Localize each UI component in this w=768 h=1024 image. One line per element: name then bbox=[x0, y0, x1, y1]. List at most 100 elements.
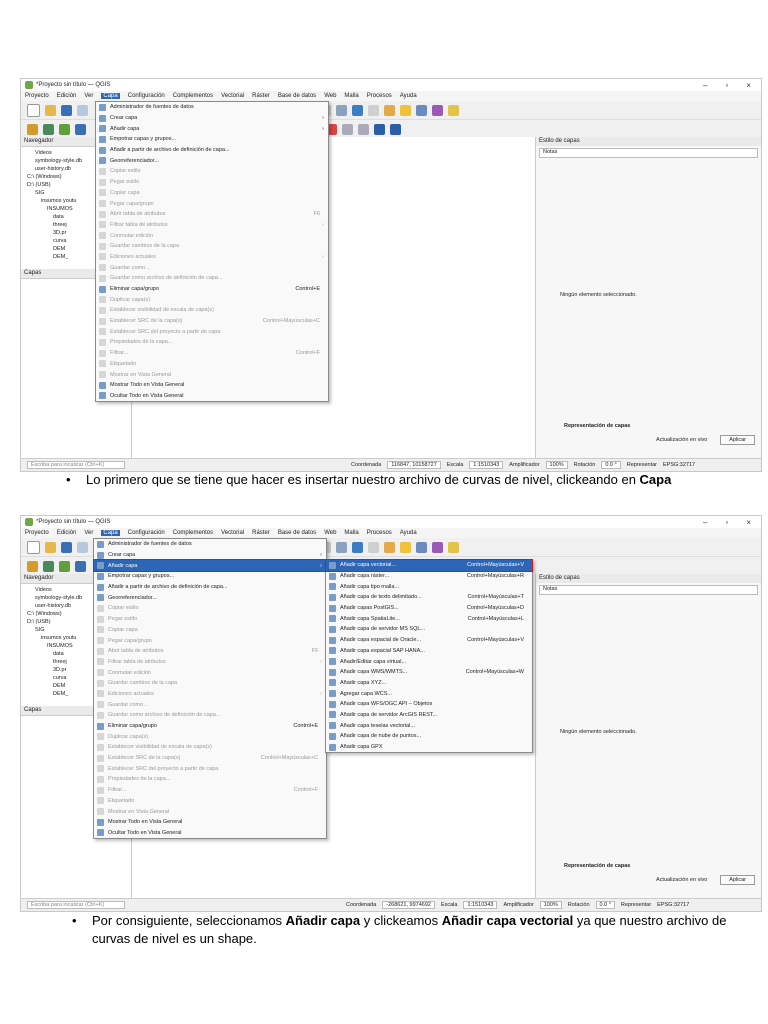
menu-raster[interactable]: Ráster bbox=[252, 93, 270, 99]
menu-ayuda[interactable]: Ayuda bbox=[400, 530, 417, 536]
add-layer-submenu-item-anadir-capa-de-texto-delimitado[interactable]: Añadir capa de texto delimitado... Contro… bbox=[326, 592, 532, 603]
layer-menu-item-administrador-de-fuentes-de-datos[interactable]: Administrador de fuentes de datos bbox=[96, 102, 328, 113]
coordinate-field[interactable]: 116847, 10158727 bbox=[387, 461, 441, 469]
add-layer-submenu-item-anadir-capa-wfs-ogc-api-objetos[interactable]: Añadir capa WFS/OGC API – Objetos bbox=[326, 699, 532, 710]
layer-menu-item-mostrar-todo-en-vista-general[interactable]: Mostrar Todo en Vista General bbox=[96, 380, 328, 391]
layer-menu-item-ocultar-todo-en-vista-general[interactable]: Ocultar Todo en Vista General bbox=[96, 391, 328, 402]
temporal-icon[interactable] bbox=[336, 541, 347, 553]
scale-field[interactable]: 1:1510343 bbox=[469, 461, 504, 469]
digitize-icon[interactable] bbox=[27, 560, 38, 572]
edit-icon[interactable] bbox=[342, 123, 353, 135]
layer-menu-item-empotrar-capas-y-grupos[interactable]: Empotrar capas y grupos... bbox=[94, 571, 326, 582]
add-raster-icon[interactable] bbox=[75, 123, 86, 135]
add-layer-submenu-item-anadir-capa-xyz[interactable]: Añadir capa XYZ... bbox=[326, 678, 532, 689]
identify-icon[interactable] bbox=[384, 541, 395, 553]
pan-icon[interactable] bbox=[77, 104, 88, 116]
crs-button[interactable]: EPSG:32717 bbox=[663, 462, 695, 468]
tips-icon[interactable] bbox=[448, 541, 459, 553]
menu-complementos[interactable]: Complementos bbox=[173, 93, 213, 99]
layer-menu-item-crear-capa[interactable]: Crear capa › bbox=[96, 113, 328, 124]
layer-menu-item-empotrar-capas-y-grupos[interactable]: Empotrar capas y grupos... bbox=[96, 134, 328, 145]
open-project-icon[interactable] bbox=[45, 541, 56, 553]
magnifier-field[interactable]: 100% bbox=[539, 901, 562, 909]
layer-rendering-label[interactable]: Representación de capas bbox=[564, 863, 630, 869]
close-icon[interactable]: × bbox=[746, 518, 751, 527]
maximize-icon[interactable]: ▫ bbox=[725, 518, 728, 527]
scale-field[interactable]: 1:1510343 bbox=[463, 901, 498, 909]
minimize-icon[interactable]: – bbox=[703, 518, 707, 527]
add-layer-icon[interactable] bbox=[43, 560, 54, 572]
menu-ayuda[interactable]: Ayuda bbox=[400, 93, 417, 99]
menu-procesos[interactable]: Procesos bbox=[367, 530, 392, 536]
menu-web[interactable]: Web bbox=[324, 93, 336, 99]
coordinate-field[interactable]: -268621, 9974692 bbox=[382, 901, 435, 909]
magnifier-field[interactable]: 100% bbox=[545, 461, 568, 469]
refresh-icon[interactable] bbox=[352, 104, 363, 116]
menu-malla[interactable]: Malla bbox=[344, 530, 358, 536]
menu-ver[interactable]: Ver bbox=[84, 93, 93, 99]
statistics-icon[interactable] bbox=[432, 104, 443, 116]
render-checkbox[interactable]: Representar bbox=[627, 462, 657, 468]
open-project-icon[interactable] bbox=[45, 104, 56, 116]
save-project-icon[interactable] bbox=[61, 541, 72, 553]
minimize-icon[interactable]: – bbox=[703, 81, 707, 90]
add-raster-icon[interactable] bbox=[75, 560, 86, 572]
add-layer-submenu-item-anadir-capa-spatialite[interactable]: Añadir capa SpatiaLite... Control+Mayúscu… bbox=[326, 613, 532, 624]
menu-malla[interactable]: Malla bbox=[344, 93, 358, 99]
select-features-icon[interactable] bbox=[400, 104, 411, 116]
statistics-icon[interactable] bbox=[432, 541, 443, 553]
add-layer-submenu-item-anadir-capa-vectorial[interactable]: Añadir capa vectorial... Control+Mayúscul… bbox=[325, 559, 533, 572]
menu-web[interactable]: Web bbox=[324, 530, 336, 536]
refresh-icon[interactable] bbox=[352, 541, 363, 553]
add-layer-submenu-item-anadir-capa-teselas-vectorial[interactable]: Añadir capa teselas vectorial... bbox=[326, 720, 532, 731]
menu-configuracion[interactable]: Configuración bbox=[128, 93, 165, 99]
apply-button[interactable]: Aplicar bbox=[720, 875, 755, 885]
render-checkbox[interactable]: Representar bbox=[621, 902, 651, 908]
menu-raster[interactable]: Ráster bbox=[252, 530, 270, 536]
add-layer-submenu-item-anadir-capa-espacial-sap-hana[interactable]: Añadir capa espacial SAP HANA... bbox=[326, 646, 532, 657]
layer-menu-item-ocultar-todo-en-vista-general[interactable]: Ocultar Todo en Vista General bbox=[94, 828, 326, 839]
menu-capa[interactable]: Capa bbox=[101, 530, 120, 536]
add-vector-icon[interactable] bbox=[59, 123, 70, 135]
style-notes-select[interactable]: Notas bbox=[539, 585, 758, 595]
identify-icon[interactable] bbox=[384, 104, 395, 116]
python-icon[interactable] bbox=[374, 123, 385, 135]
menu-base-de-datos[interactable]: Base de datos bbox=[278, 93, 316, 99]
add-layer-submenu-item-anadir-capa-gpx[interactable]: Añadir capa GPX bbox=[326, 742, 532, 753]
layer-menu-item-georreferenciador[interactable]: Georreferenciador... bbox=[96, 155, 328, 166]
menu-ver[interactable]: Ver bbox=[84, 530, 93, 536]
layer-rendering-label[interactable]: Representación de capas bbox=[564, 423, 630, 429]
add-vector-icon[interactable] bbox=[59, 560, 70, 572]
node-icon[interactable] bbox=[358, 123, 369, 135]
menu-procesos[interactable]: Procesos bbox=[367, 93, 392, 99]
menu-vectorial[interactable]: Vectorial bbox=[221, 530, 244, 536]
add-layer-submenu-item-anadir-capa-wms-wmts[interactable]: Añadir capa WMS/WMTS... Control+Mayúscula… bbox=[326, 667, 532, 678]
select-features-icon[interactable] bbox=[400, 541, 411, 553]
measure-icon[interactable] bbox=[416, 104, 427, 116]
add-layer-icon[interactable] bbox=[43, 123, 54, 135]
locator-input[interactable]: Escriba para localizar (Ctrl+K) bbox=[27, 901, 125, 909]
layer-menu-item-anadir-capa[interactable]: Añadir capa › bbox=[93, 559, 327, 573]
locator-input[interactable]: Escriba para localizar (Ctrl+K) bbox=[27, 461, 125, 469]
menu-proyecto[interactable]: Proyecto bbox=[25, 530, 49, 536]
add-layer-submenu-item-anadir-capas-postgis[interactable]: Añadir capas PostGIS... Control+Mayúscula… bbox=[326, 603, 532, 614]
add-layer-submenu-item-anadir-capa-de-servidor-ms-sql[interactable]: Añadir capa de servidor MS SQL... bbox=[326, 624, 532, 635]
add-layer-submenu-item-anadir-editar-capa-virtual[interactable]: Añadir/Editar capa virtual... bbox=[326, 656, 532, 667]
live-update-label[interactable]: Actualización en vivo bbox=[656, 877, 707, 883]
layer-menu-item-eliminar-capa-grupo[interactable]: Eliminar capa/grupo Control+E bbox=[94, 721, 326, 732]
temporal-icon[interactable] bbox=[336, 104, 347, 116]
add-layer-submenu-item-anadir-capa-de-nube-de-puntos[interactable]: Añadir capa de nube de puntos... bbox=[326, 731, 532, 742]
save-project-icon[interactable] bbox=[61, 104, 72, 116]
maximize-icon[interactable]: ▫ bbox=[725, 81, 728, 90]
measure-icon[interactable] bbox=[416, 541, 427, 553]
select-icon[interactable] bbox=[368, 541, 379, 553]
rotation-field[interactable]: 0.0 ° bbox=[601, 461, 621, 469]
add-layer-submenu-item-anadir-capa-tipo-malla[interactable]: Añadir capa tipo malla... bbox=[326, 581, 532, 592]
menu-base-de-datos[interactable]: Base de datos bbox=[278, 530, 316, 536]
pan-icon[interactable] bbox=[77, 541, 88, 553]
layer-menu-item-anadir-a-partir-de-archivo-de-definicion-de-capa[interactable]: Añadir a partir de archivo de definición… bbox=[94, 582, 326, 593]
crs-button[interactable]: EPSG:32717 bbox=[657, 902, 689, 908]
add-layer-submenu-item-anadir-capa-de-servidor-arcgis-rest[interactable]: Añadir capa de servidor ArcGIS REST... bbox=[326, 710, 532, 721]
style-notes-select[interactable]: Notas bbox=[539, 148, 758, 158]
apply-button[interactable]: Aplicar bbox=[720, 435, 755, 445]
